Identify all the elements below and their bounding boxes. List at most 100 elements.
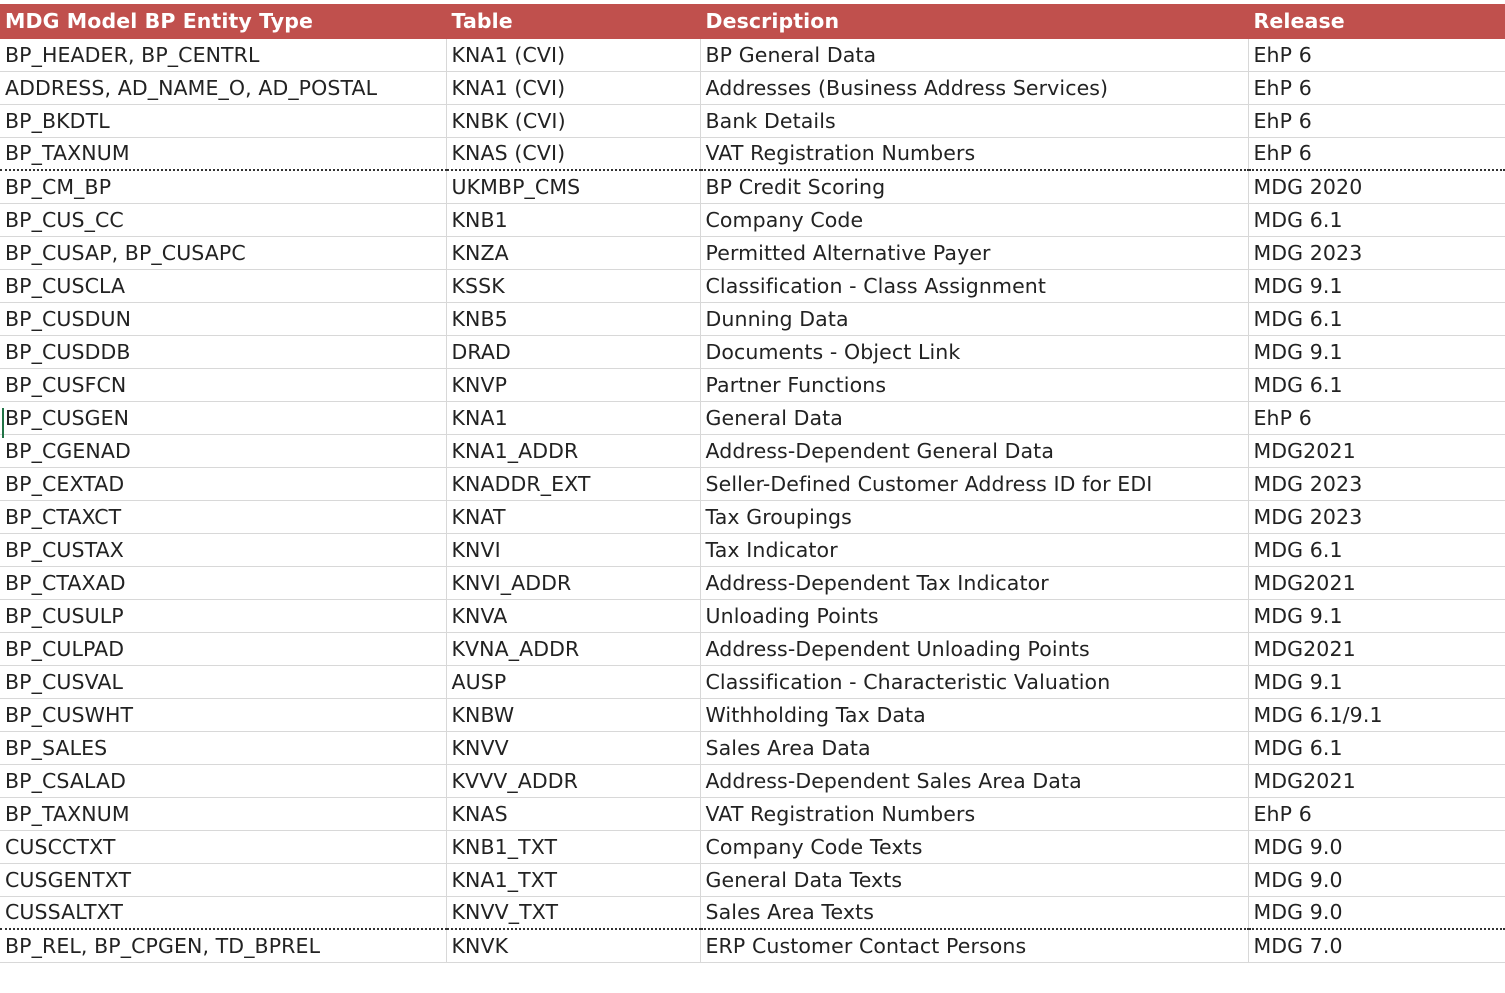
table-cell[interactable]: KNA1_TXT	[446, 863, 701, 897]
entity-type-cell[interactable]: BP_CUSULP	[0, 599, 447, 633]
entity-type-cell[interactable]: BP_CUSWHT	[0, 698, 447, 732]
release-cell[interactable]: MDG 2023	[1248, 236, 1505, 270]
release-cell[interactable]: MDG 6.1	[1248, 302, 1505, 336]
table-cell[interactable]: KNVV_TXT	[446, 896, 701, 930]
description-cell[interactable]: Address-Dependent Tax Indicator	[700, 566, 1249, 600]
description-cell[interactable]: VAT Registration Numbers	[700, 797, 1249, 831]
description-cell[interactable]: Company Code	[700, 203, 1249, 237]
description-cell[interactable]: Classification - Class Assignment	[700, 269, 1249, 303]
description-cell[interactable]: Address-Dependent General Data	[700, 434, 1249, 468]
release-cell[interactable]: MDG 6.1/9.1	[1248, 698, 1505, 732]
description-cell[interactable]: Sales Area Texts	[700, 896, 1249, 930]
entity-type-cell[interactable]: ADDRESS, AD_NAME_O, AD_POSTAL	[0, 71, 447, 105]
release-cell[interactable]: EhP 6	[1248, 401, 1505, 435]
description-cell[interactable]: BP General Data	[700, 38, 1249, 72]
entity-type-cell[interactable]: BP_REL, BP_CPGEN, TD_BPREL	[0, 929, 447, 963]
description-cell[interactable]: Classification - Characteristic Valuatio…	[700, 665, 1249, 699]
column-header-entity-type[interactable]: MDG Model BP Entity Type	[0, 4, 447, 39]
table-cell[interactable]: KNAT	[446, 500, 701, 534]
release-cell[interactable]: EhP 6	[1248, 137, 1505, 171]
release-cell[interactable]: MDG2021	[1248, 566, 1505, 600]
entity-type-cell[interactable]: BP_HEADER, BP_CENTRL	[0, 38, 447, 72]
table-cell[interactable]: KNBK (CVI)	[446, 104, 701, 138]
entity-type-cell[interactable]: BP_SALES	[0, 731, 447, 765]
entity-type-cell[interactable]: BP_CEXTAD	[0, 467, 447, 501]
table-cell[interactable]: KNA1_ADDR	[446, 434, 701, 468]
release-cell[interactable]: MDG 9.0	[1248, 830, 1505, 864]
table-cell[interactable]: UKMBP_CMS	[446, 170, 701, 204]
release-cell[interactable]: MDG 9.1	[1248, 269, 1505, 303]
release-cell[interactable]: MDG 9.0	[1248, 896, 1505, 930]
column-header-table[interactable]: Table	[446, 4, 701, 39]
release-cell[interactable]: MDG2021	[1248, 764, 1505, 798]
description-cell[interactable]: Address-Dependent Unloading Points	[700, 632, 1249, 666]
entity-type-cell[interactable]: BP_CUSDDB	[0, 335, 447, 369]
entity-type-cell[interactable]: BP_CUS_CC	[0, 203, 447, 237]
release-cell[interactable]: MDG 6.1	[1248, 731, 1505, 765]
description-cell[interactable]: Documents - Object Link	[700, 335, 1249, 369]
entity-type-cell[interactable]: BP_CUSGEN	[0, 401, 447, 435]
table-cell[interactable]: KNADDR_EXT	[446, 467, 701, 501]
table-cell[interactable]: KNAS (CVI)	[446, 137, 701, 171]
column-header-description[interactable]: Description	[700, 4, 1249, 39]
description-cell[interactable]: Dunning Data	[700, 302, 1249, 336]
release-cell[interactable]: MDG 9.0	[1248, 863, 1505, 897]
release-cell[interactable]: EhP 6	[1248, 797, 1505, 831]
release-cell[interactable]: MDG 2020	[1248, 170, 1505, 204]
table-cell[interactable]: AUSP	[446, 665, 701, 699]
release-cell[interactable]: MDG 6.1	[1248, 368, 1505, 402]
description-cell[interactable]: Bank Details	[700, 104, 1249, 138]
table-cell[interactable]: KNB1_TXT	[446, 830, 701, 864]
table-cell[interactable]: KNVV	[446, 731, 701, 765]
description-cell[interactable]: Tax Indicator	[700, 533, 1249, 567]
entity-type-cell[interactable]: BP_CM_BP	[0, 170, 447, 204]
entity-type-cell[interactable]: BP_TAXNUM	[0, 797, 447, 831]
release-cell[interactable]: MDG 2023	[1248, 467, 1505, 501]
table-cell[interactable]: KNBW	[446, 698, 701, 732]
description-cell[interactable]: General Data Texts	[700, 863, 1249, 897]
release-cell[interactable]: EhP 6	[1248, 104, 1505, 138]
entity-type-cell[interactable]: CUSCCTXT	[0, 830, 447, 864]
table-cell[interactable]: DRAD	[446, 335, 701, 369]
table-cell[interactable]: KNB1	[446, 203, 701, 237]
entity-type-cell[interactable]: BP_CULPAD	[0, 632, 447, 666]
release-cell[interactable]: MDG 6.1	[1248, 203, 1505, 237]
description-cell[interactable]: Unloading Points	[700, 599, 1249, 633]
release-cell[interactable]: MDG 9.1	[1248, 335, 1505, 369]
description-cell[interactable]: Withholding Tax Data	[700, 698, 1249, 732]
entity-type-cell[interactable]: BP_CUSVAL	[0, 665, 447, 699]
entity-type-cell[interactable]: BP_CUSCLA	[0, 269, 447, 303]
description-cell[interactable]: Seller-Defined Customer Address ID for E…	[700, 467, 1249, 501]
table-cell[interactable]: KNB5	[446, 302, 701, 336]
table-cell[interactable]: KNVP	[446, 368, 701, 402]
description-cell[interactable]: Addresses (Business Address Services)	[700, 71, 1249, 105]
entity-type-cell[interactable]: CUSSALTXT	[0, 896, 447, 930]
release-cell[interactable]: MDG2021	[1248, 632, 1505, 666]
description-cell[interactable]: Company Code Texts	[700, 830, 1249, 864]
entity-type-cell[interactable]: BP_BKDTL	[0, 104, 447, 138]
release-cell[interactable]: MDG 7.0	[1248, 929, 1505, 963]
column-header-release[interactable]: Release	[1248, 4, 1505, 39]
description-cell[interactable]: ERP Customer Contact Persons	[700, 929, 1249, 963]
table-cell[interactable]: KVNA_ADDR	[446, 632, 701, 666]
table-cell[interactable]: KNA1 (CVI)	[446, 38, 701, 72]
description-cell[interactable]: Permitted Alternative Payer	[700, 236, 1249, 270]
description-cell[interactable]: Tax Groupings	[700, 500, 1249, 534]
release-cell[interactable]: MDG 9.1	[1248, 599, 1505, 633]
entity-type-cell[interactable]: BP_CTAXAD	[0, 566, 447, 600]
table-cell[interactable]: KNA1	[446, 401, 701, 435]
entity-type-cell[interactable]: BP_CGENAD	[0, 434, 447, 468]
table-cell[interactable]: KSSK	[446, 269, 701, 303]
description-cell[interactable]: BP Credit Scoring	[700, 170, 1249, 204]
description-cell[interactable]: General Data	[700, 401, 1249, 435]
description-cell[interactable]: VAT Registration Numbers	[700, 137, 1249, 171]
entity-type-cell[interactable]: BP_CSALAD	[0, 764, 447, 798]
entity-type-cell[interactable]: BP_TAXNUM	[0, 137, 447, 171]
entity-type-cell[interactable]: BP_CTAXCT	[0, 500, 447, 534]
release-cell[interactable]: EhP 6	[1248, 71, 1505, 105]
table-cell[interactable]: KVVV_ADDR	[446, 764, 701, 798]
entity-type-cell[interactable]: BP_CUSDUN	[0, 302, 447, 336]
table-cell[interactable]: KNVI	[446, 533, 701, 567]
table-cell[interactable]: KNZA	[446, 236, 701, 270]
description-cell[interactable]: Address-Dependent Sales Area Data	[700, 764, 1249, 798]
